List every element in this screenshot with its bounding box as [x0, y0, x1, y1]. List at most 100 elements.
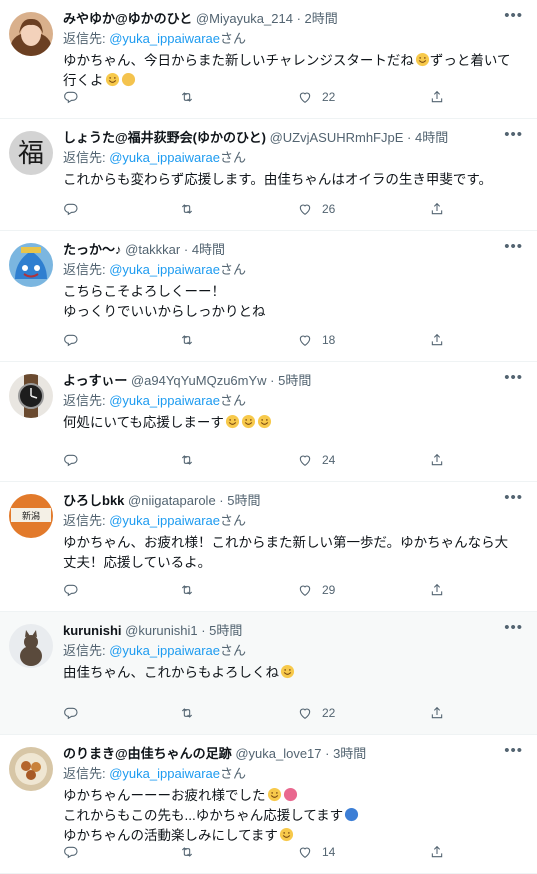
more-options-icon[interactable]: •••: [504, 620, 523, 635]
watch-avatar[interactable]: [9, 374, 53, 418]
user-handle[interactable]: @yuka_love17: [235, 746, 321, 761]
food-avatar[interactable]: [9, 747, 53, 791]
user-handle[interactable]: @kurunishi1: [125, 623, 197, 638]
user-handle[interactable]: @niigataparole: [128, 493, 216, 508]
reply-mention-link[interactable]: @yuka_ippaiwarae: [109, 262, 220, 277]
more-options-icon[interactable]: •••: [504, 8, 523, 23]
like-count: 22: [322, 706, 336, 720]
tweet-text-line: ゆっくりでいいからしっかりとね: [63, 304, 266, 319]
emoji-icon: [345, 807, 359, 822]
emoji-icon: [267, 787, 281, 802]
user-handle[interactable]: @Miyayuka_214: [196, 11, 293, 26]
retweet-button[interactable]: [179, 582, 195, 598]
like-icon: [299, 92, 311, 103]
reply-button[interactable]: [63, 332, 79, 348]
display-name[interactable]: しょうた@福井荻野会(ゆかのひと): [63, 130, 266, 145]
timestamp[interactable]: 5時間: [278, 373, 311, 388]
like-button[interactable]: 26: [297, 201, 335, 217]
like-button[interactable]: 24: [297, 452, 335, 468]
tweet-card[interactable]: 福しょうた@福井荻野会(ゆかのひと) @UZvjASUHRmhFJpE · 4時…: [0, 119, 537, 231]
timestamp[interactable]: 4時間: [192, 242, 225, 257]
retweet-button[interactable]: [179, 89, 195, 105]
replying-to: 返信先: @yuka_ippaiwaraeさん: [63, 512, 523, 530]
sign-avatar[interactable]: 新潟: [9, 494, 53, 538]
display-name[interactable]: kurunishi: [63, 623, 122, 638]
retweet-button[interactable]: [179, 844, 195, 860]
tweet-actions: 29: [63, 582, 537, 600]
display-name[interactable]: みやゆか@ゆかのひと: [63, 11, 192, 26]
tweet-header: たっか〜♪ @takkkar · 4時間: [63, 241, 523, 259]
separator-dot: ·: [197, 623, 210, 638]
reply-button[interactable]: [63, 89, 79, 105]
more-options-icon[interactable]: •••: [504, 370, 523, 385]
display-name[interactable]: のりまき@由佳ちゃんの足跡: [63, 746, 232, 761]
like-icon: [299, 708, 311, 719]
share-icon: [431, 845, 443, 858]
tweet-card[interactable]: のりまき@由佳ちゃんの足跡 @yuka_love17 · 3時間 ••• 返信先: …: [0, 735, 537, 874]
like-button[interactable]: 22: [297, 705, 335, 721]
reply-button[interactable]: [63, 201, 79, 217]
like-button[interactable]: 29: [297, 582, 335, 598]
retweet-button[interactable]: [179, 452, 195, 468]
user-handle[interactable]: @takkkar: [125, 242, 180, 257]
timestamp[interactable]: 3時間: [333, 746, 366, 761]
user-handle[interactable]: @a94YqYuMQzu6mYw: [131, 373, 267, 388]
tweet-card[interactable]: よっすぃー @a94YqYuMQzu6mYw · 5時間 ••• 返信先: @yuk…: [0, 362, 537, 482]
like-button[interactable]: 14: [297, 844, 335, 860]
tweet-text-line: ゆかちゃん、今日からまた新しいチャレンジスタートだね ずっと着いて: [63, 52, 511, 68]
display-name[interactable]: ひろしbkk: [63, 493, 124, 508]
share-button[interactable]: [429, 582, 445, 598]
tweet-header: kurunishi @kurunishi1 · 5時間: [63, 622, 523, 640]
display-name[interactable]: よっすぃー: [63, 373, 127, 388]
more-options-icon[interactable]: •••: [504, 239, 523, 254]
timestamp[interactable]: 4時間: [415, 130, 448, 145]
tweet-card[interactable]: 新潟 ひろしbkk @niigataparole · 5時間 ••• 返信先: @yu…: [0, 482, 537, 612]
user-handle[interactable]: @UZvjASUHRmhFJpE: [270, 130, 404, 145]
fuku-kanji-avatar[interactable]: 福: [9, 131, 53, 175]
like-button[interactable]: 18: [297, 332, 335, 348]
share-button[interactable]: [429, 89, 445, 105]
more-options-icon[interactable]: •••: [504, 490, 523, 505]
woman-photo-avatar[interactable]: [9, 12, 53, 56]
emoji-icon: [225, 414, 239, 429]
more-options-icon[interactable]: •••: [504, 743, 523, 758]
more-options-icon[interactable]: •••: [504, 127, 523, 142]
reply-button[interactable]: [63, 582, 79, 598]
reply-button[interactable]: [63, 844, 79, 860]
reply-mention-link[interactable]: @yuka_ippaiwarae: [109, 643, 220, 658]
share-button[interactable]: [429, 201, 445, 217]
share-button[interactable]: [429, 452, 445, 468]
reply-mention-link[interactable]: @yuka_ippaiwarae: [109, 393, 220, 408]
share-button[interactable]: [429, 705, 445, 721]
tweet-card[interactable]: たっか〜♪ @takkkar · 4時間 ••• 返信先: @yuka_ippaiw…: [0, 231, 537, 362]
tweet-card[interactable]: みやゆか@ゆかのひと @Miyayuka_214 · 2時間 ••• 返信先: @y…: [0, 0, 537, 119]
timestamp[interactable]: 5時間: [227, 493, 260, 508]
reply-mention-link[interactable]: @yuka_ippaiwarae: [109, 513, 220, 528]
retweet-button[interactable]: [179, 201, 195, 217]
reply-mention-link[interactable]: @yuka_ippaiwarae: [109, 150, 220, 165]
retweet-button[interactable]: [179, 332, 195, 348]
reply-mention-link[interactable]: @yuka_ippaiwarae: [109, 766, 220, 781]
tweet-header: よっすぃー @a94YqYuMQzu6mYw · 5時間: [63, 372, 523, 390]
display-name[interactable]: たっか〜♪: [63, 242, 122, 257]
reply-mention-link[interactable]: @yuka_ippaiwarae: [109, 31, 220, 46]
timestamp[interactable]: 5時間: [209, 623, 242, 638]
like-icon: [299, 455, 311, 466]
separator-dot: ·: [180, 242, 192, 257]
tweet-card[interactable]: kurunishi @kurunishi1 · 5時間 ••• 返信先: @yuka…: [0, 612, 537, 735]
share-button[interactable]: [429, 332, 445, 348]
replying-to: 返信先: @yuka_ippaiwaraeさん: [63, 642, 523, 660]
timestamp[interactable]: 2時間: [305, 11, 338, 26]
like-button[interactable]: 22: [297, 89, 335, 105]
share-button[interactable]: [429, 844, 445, 860]
tweet-text-line: これからもこの先も...ゆかちゃん応援してます: [63, 806, 523, 826]
tweet-text-line: こちらこそよろしくーー！: [63, 284, 225, 299]
share-icon: [431, 706, 443, 719]
tweet-text-line: ゆかちゃんーーーお疲れ様でした: [63, 786, 523, 806]
retweet-button[interactable]: [179, 705, 195, 721]
retweet-icon: [181, 708, 193, 718]
reply-button[interactable]: [63, 452, 79, 468]
reply-button[interactable]: [63, 705, 79, 721]
cat-avatar[interactable]: [9, 624, 53, 668]
slime-avatar[interactable]: [9, 243, 53, 287]
